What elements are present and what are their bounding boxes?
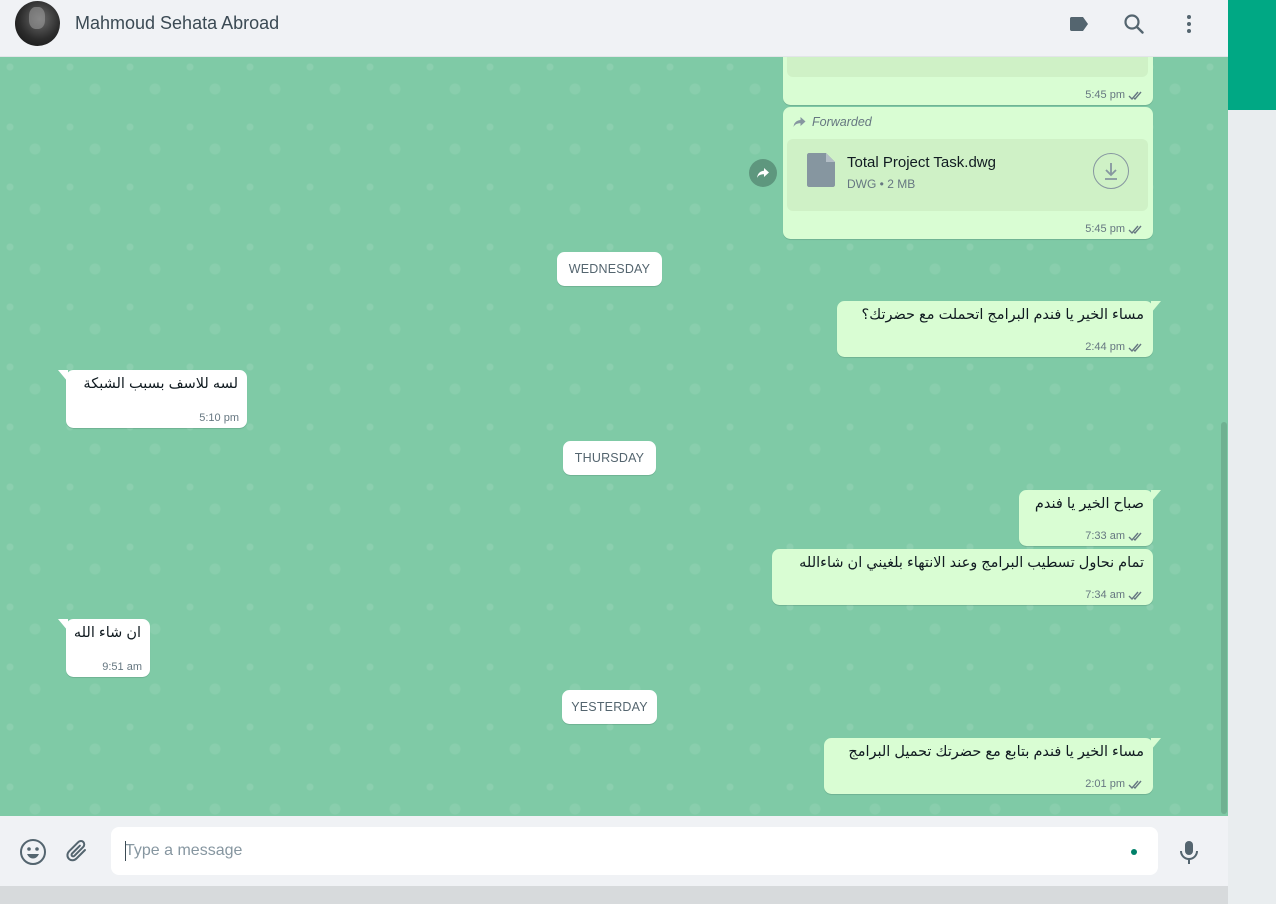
message-outgoing[interactable]: 5:45 pm bbox=[783, 57, 1153, 105]
message-time: 7:33 am bbox=[1085, 530, 1125, 542]
contact-avatar[interactable] bbox=[15, 1, 60, 46]
chat-header[interactable]: Mahmoud Sehata Abroad bbox=[0, 0, 1228, 57]
message-text: لسه للاسف بسبب الشبكة bbox=[83, 376, 238, 392]
message-meta: 2:01 pm bbox=[1085, 778, 1145, 790]
date-separator: THURSDAY bbox=[563, 441, 656, 475]
message-outgoing[interactable]: تمام نحاول تسطيب البرامج وعند الانتهاء ب… bbox=[772, 549, 1153, 605]
contact-name[interactable]: Mahmoud Sehata Abroad bbox=[75, 13, 279, 34]
file-icon bbox=[807, 153, 835, 192]
chat-scrollbar[interactable] bbox=[1221, 422, 1227, 814]
message-time: 5:45 pm bbox=[1085, 89, 1125, 101]
document-attachment[interactable]: Total Project Task.dwg DWG • 2 MB bbox=[787, 139, 1148, 211]
message-meta: 2:44 pm bbox=[1085, 341, 1145, 353]
file-info: DWG • 2 MB bbox=[847, 177, 916, 191]
message-time: 9:51 am bbox=[102, 661, 142, 673]
message-input[interactable] bbox=[125, 839, 1115, 863]
date-separator: YESTERDAY bbox=[562, 690, 657, 724]
double-check-icon bbox=[1128, 343, 1142, 352]
attach-icon[interactable] bbox=[64, 838, 92, 866]
side-accent-bar bbox=[1228, 0, 1276, 110]
forward-button[interactable] bbox=[749, 159, 777, 187]
forward-arrow-icon bbox=[793, 117, 806, 127]
compose-bar bbox=[0, 816, 1228, 886]
message-incoming[interactable]: ان شاء الله 9:51 am bbox=[58, 619, 150, 677]
message-outgoing-document[interactable]: Forwarded Total Project Task.dwg DWG • 2… bbox=[783, 107, 1153, 239]
double-check-icon bbox=[1128, 532, 1142, 541]
search-icon[interactable] bbox=[1122, 12, 1146, 36]
message-text: ان شاء الله bbox=[73, 625, 141, 641]
file-name: Total Project Task.dwg bbox=[847, 154, 996, 171]
message-meta: 9:51 am bbox=[102, 661, 142, 673]
message-time: 2:01 pm bbox=[1085, 778, 1125, 790]
status-dot bbox=[1131, 849, 1137, 855]
forwarded-label: Forwarded bbox=[792, 115, 872, 129]
message-meta: 5:45 pm bbox=[1085, 89, 1145, 101]
message-text: تمام نحاول تسطيب البرامج وعند الانتهاء ب… bbox=[799, 555, 1144, 571]
message-time: 2:44 pm bbox=[1085, 341, 1125, 353]
message-time: 5:10 pm bbox=[199, 412, 239, 424]
whatsapp-window: Mahmoud Sehata Abroad 5:45 pm Forwarded … bbox=[0, 0, 1228, 886]
menu-icon[interactable] bbox=[1177, 12, 1201, 36]
double-check-icon bbox=[1128, 591, 1142, 600]
download-button[interactable] bbox=[1093, 153, 1129, 189]
message-outgoing[interactable]: مساء الخير يا فندم بتابع مع حضرتك تحميل … bbox=[824, 738, 1161, 794]
mic-icon[interactable] bbox=[1175, 838, 1203, 866]
side-panel-edge bbox=[1228, 110, 1276, 904]
message-text: صباح الخير يا فندم bbox=[1034, 496, 1144, 512]
message-meta: 7:33 am bbox=[1085, 530, 1145, 542]
window-bottom-edge bbox=[0, 886, 1228, 904]
message-meta: 5:45 pm bbox=[1085, 223, 1145, 235]
message-meta: 5:10 pm bbox=[199, 412, 239, 424]
message-incoming[interactable]: لسه للاسف بسبب الشبكة 5:10 pm bbox=[58, 370, 247, 428]
double-check-icon bbox=[1128, 225, 1142, 234]
download-icon bbox=[1105, 163, 1117, 180]
double-check-icon bbox=[1128, 91, 1142, 100]
conversation-panel[interactable]: 5:45 pm Forwarded Total Project Task.dwg… bbox=[0, 57, 1228, 816]
forward-icon bbox=[757, 168, 769, 178]
message-text: مساء الخير يا فندم البرامج اتحملت مع حضر… bbox=[861, 307, 1144, 323]
date-separator: WEDNESDAY bbox=[557, 252, 662, 286]
message-input-box[interactable] bbox=[111, 827, 1158, 875]
text-caret bbox=[125, 841, 126, 861]
message-time: 5:45 pm bbox=[1085, 223, 1125, 235]
message-meta: 7:34 am bbox=[1085, 589, 1145, 601]
message-outgoing[interactable]: مساء الخير يا فندم البرامج اتحملت مع حضر… bbox=[837, 301, 1161, 357]
message-outgoing[interactable]: صباح الخير يا فندم 7:33 am bbox=[1019, 490, 1161, 546]
message-time: 7:34 am bbox=[1085, 589, 1125, 601]
message-text: مساء الخير يا فندم بتابع مع حضرتك تحميل … bbox=[848, 744, 1144, 760]
double-check-icon bbox=[1128, 780, 1142, 789]
label-icon[interactable] bbox=[1067, 12, 1091, 36]
emoji-icon[interactable] bbox=[19, 838, 47, 866]
